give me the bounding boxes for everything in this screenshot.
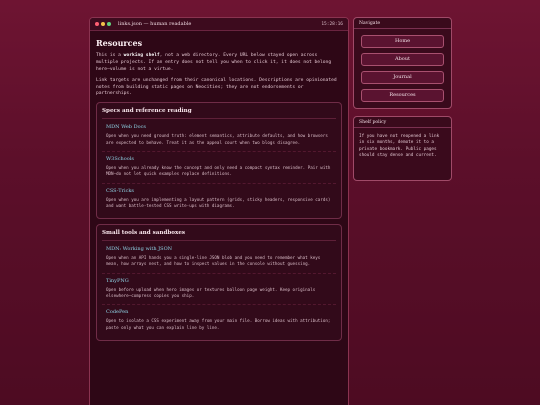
section-title: Specs and reference reading: [102, 108, 336, 120]
policy-panel: Shelf policy If you have not reopened a …: [353, 116, 452, 181]
window-title: links.json — human readable: [118, 21, 192, 27]
nav-list: Home About Journal Resources: [354, 29, 451, 102]
maximize-dot-icon[interactable]: [107, 22, 111, 26]
list-item: TinyPNG Open before upload when hero ima…: [102, 278, 336, 306]
list-item: W3Schools Open when you already know the…: [102, 156, 336, 184]
minimize-dot-icon[interactable]: [101, 22, 105, 26]
section-specs: Specs and reference reading MDN Web Docs…: [96, 102, 342, 220]
list-item: MDN Web Docs Open when you need ground t…: [102, 124, 336, 152]
list-item: CSS-Tricks Open when you are implementin…: [102, 188, 336, 215]
clock: 15:28:16: [321, 21, 343, 27]
policy-text: If you have not reopened a link in six m…: [359, 134, 440, 159]
list-item: CodePen Open to isolate a CSS experiment…: [102, 309, 336, 336]
window-titlebar: links.json — human readable 15:28:16: [90, 18, 348, 31]
intro-text-start: This is a: [96, 53, 124, 58]
nav-heading: Navigate: [354, 18, 451, 29]
section-tools: Small tools and sandboxes MDN: Working w…: [96, 224, 342, 341]
section-title: Small tools and sandboxes: [102, 230, 336, 242]
link-w3schools[interactable]: W3Schools: [106, 156, 332, 162]
link-mdn[interactable]: MDN Web Docs: [106, 124, 332, 130]
content-area: Resources This is a working shelf, not a…: [90, 31, 348, 353]
close-dot-icon[interactable]: [95, 22, 99, 26]
link-css-tricks[interactable]: CSS-Tricks: [106, 188, 332, 194]
policy-heading: Shelf policy: [354, 117, 451, 128]
link-tinypng[interactable]: TinyPNG: [106, 278, 332, 284]
nav-home-button[interactable]: Home: [361, 35, 444, 48]
page-title: Resources: [96, 38, 143, 48]
link-description: Open when you are implementing a layout …: [106, 196, 331, 208]
link-description: Open before upload when hero images or t…: [106, 286, 316, 299]
intro-paragraph-2: Link targets are unchanged from their ca…: [96, 77, 337, 97]
nav-journal-button[interactable]: Journal: [361, 71, 444, 84]
main-window: links.json — human readable 15:28:16 Res…: [89, 17, 349, 405]
nav-resources-button[interactable]: Resources: [361, 89, 444, 102]
link-description: Open when you need ground truth: element…: [106, 133, 328, 145]
link-description: Open to isolate a CSS experiment away fr…: [106, 318, 331, 330]
list-item: MDN: Working with JSON Open when an API …: [102, 246, 336, 274]
nav-about-button[interactable]: About: [361, 53, 444, 66]
nav-panel: Navigate Home About Journal Resources: [353, 17, 452, 109]
link-description: Open when an API hands you a single-line…: [106, 255, 321, 267]
link-mdn-json[interactable]: MDN: Working with JSON: [106, 246, 332, 252]
link-description: Open when you already know the concept a…: [106, 164, 331, 177]
link-codepen[interactable]: CodePen: [106, 309, 332, 315]
intro-emphasis: working shelf: [123, 53, 160, 58]
intro-paragraph: This is a working shelf, not a web direc…: [96, 53, 342, 74]
